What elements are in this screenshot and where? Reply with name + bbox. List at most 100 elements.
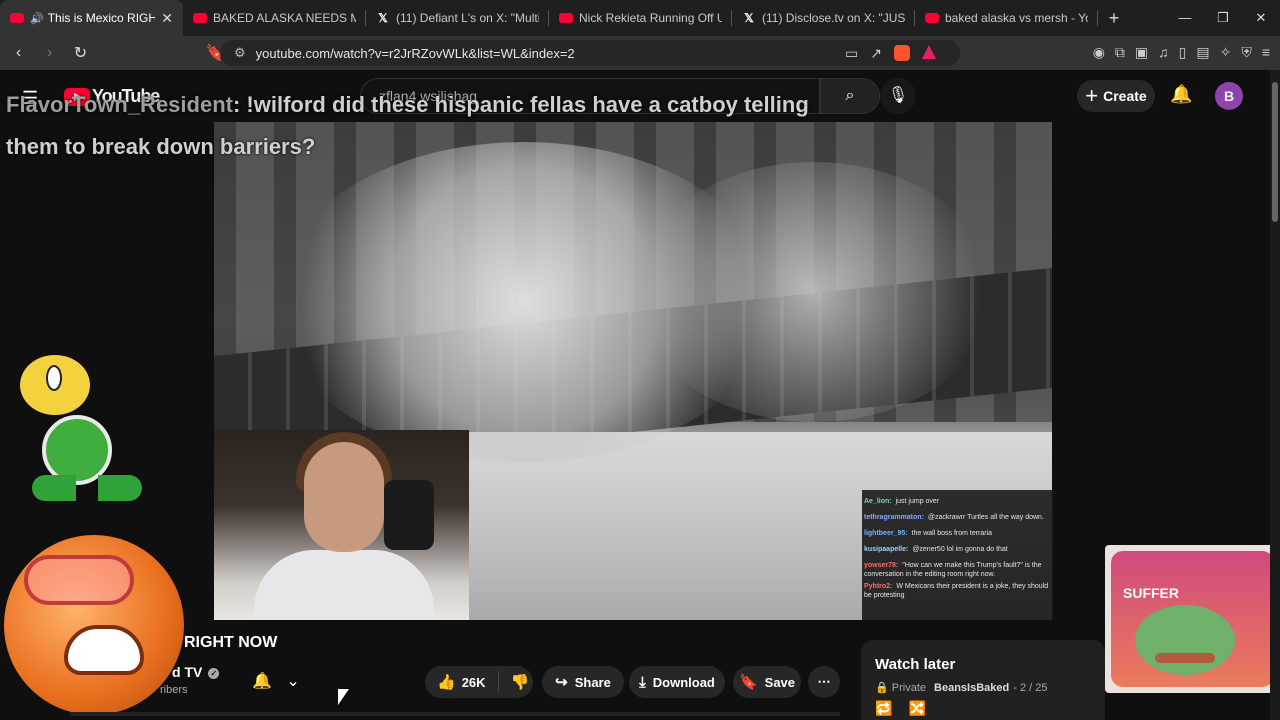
like-count: 26K xyxy=(461,674,486,690)
speaker-icon[interactable]: 🔊 xyxy=(30,12,44,25)
tab-nick-rekieta[interactable]: Nick Rekieta Running Off Uncivi xyxy=(549,0,732,36)
menu-icon[interactable]: ≡ xyxy=(1262,44,1270,61)
koopa-eye xyxy=(46,365,62,391)
bell-icon: 🔔 xyxy=(252,673,273,690)
media-icon[interactable]: ♫ xyxy=(1158,44,1169,61)
like-button[interactable]: 👍 26K xyxy=(425,671,499,693)
playlist-meta: 🔒 Private BeansIsBaked - 2 / 25 xyxy=(875,681,1091,695)
create-label: Create xyxy=(1103,88,1147,104)
mic-icon: 🎙 xyxy=(887,87,909,104)
download-button[interactable]: ⤓ Download xyxy=(629,666,725,698)
youtube-icon xyxy=(559,13,573,23)
screenshot-icon[interactable]: ▣ xyxy=(1135,44,1148,61)
koopa-head xyxy=(20,355,90,415)
close-window-button[interactable]: ✕ xyxy=(1242,0,1280,36)
wallet-icon[interactable]: ▤ xyxy=(1196,44,1209,61)
page-scrollbar[interactable] xyxy=(1270,70,1280,720)
notifications-bell-icon[interactable]: 🔔 xyxy=(1170,84,1192,105)
playlist-title[interactable]: Watch later xyxy=(875,656,1091,673)
x-icon: 𝕏 xyxy=(378,11,388,25)
tab-title: Nick Rekieta Running Off Uncivi xyxy=(579,11,722,25)
playlist-position: - 2 / 25 xyxy=(1013,681,1048,694)
forward-icon[interactable]: › xyxy=(37,44,62,62)
new-tab-button[interactable]: + xyxy=(1098,8,1130,29)
url-action-icons: ▭ ↗ xyxy=(845,45,936,62)
chat-message: Ae_lion: just jump over xyxy=(864,498,940,505)
close-tab-icon[interactable]: ✕ xyxy=(161,10,173,27)
tab-disclose-tv[interactable]: 𝕏 (11) Disclose.tv on X: "JUST IN - xyxy=(732,0,915,36)
dislike-button[interactable]: 👎 xyxy=(499,673,542,691)
tab-mexico-right-now[interactable]: 🔊 This is Mexico RIGHT NOW ✕ xyxy=(0,0,183,36)
watch-later-playlist-panel: Watch later 🔒 Private BeansIsBaked - 2 /… xyxy=(861,640,1105,720)
like-dislike-group: 👍 26K 👎 xyxy=(425,666,533,698)
x-icon: 𝕏 xyxy=(744,11,754,25)
brave-rewards-icon[interactable] xyxy=(921,45,936,59)
scrollbar-thumb[interactable] xyxy=(1272,82,1278,222)
emote-mouth xyxy=(64,625,144,675)
window-controls: — ❐ ✕ xyxy=(1166,0,1280,36)
more-horizontal-icon: ⋯ xyxy=(817,674,831,689)
back-icon[interactable]: ‹ xyxy=(6,44,31,62)
tab-title: BAKED ALASKA NEEDS MILK! #y xyxy=(213,11,356,25)
chat-message: lightbeer_95: the wall boss from terrari… xyxy=(864,530,993,537)
extensions-puzzle-icon[interactable]: ⧉ xyxy=(1115,44,1125,61)
playlist-controls: 🔁 🔀 xyxy=(875,700,1091,717)
tab-title: This is Mexico RIGHT NOW xyxy=(47,11,156,25)
pepe-caption: SUFFER xyxy=(1123,585,1179,601)
playlist-owner[interactable]: BeansIsBaked xyxy=(934,682,1009,694)
site-settings-icon[interactable]: ⚙ xyxy=(234,45,246,61)
extension-icons: ◉ ⧉ ▣ ♫ ▯ ▤ ✧ ⛨ ≡ xyxy=(1093,44,1270,61)
koopa-troopa-sticker xyxy=(12,355,152,510)
save-button[interactable]: 🔖 Save xyxy=(733,666,801,698)
cast-icon[interactable]: ▭ xyxy=(845,45,858,62)
emote-glasses xyxy=(24,555,134,605)
loop-icon[interactable]: 🔁 xyxy=(875,700,892,717)
koopa-feet xyxy=(32,475,142,501)
channel-name[interactable]: d TV ✓ xyxy=(172,664,220,680)
pepe-mouth xyxy=(1155,653,1215,663)
thumbs-up-icon: 👍 xyxy=(437,674,456,691)
browser-tab-bar: 🔊 This is Mexico RIGHT NOW ✕ BAKED ALASK… xyxy=(0,0,1280,36)
subscribed-notifications-button[interactable]: 🔔 ⌄ xyxy=(245,666,307,696)
minimize-button[interactable]: — xyxy=(1166,0,1204,36)
tab-title: (11) Disclose.tv on X: "JUST IN - xyxy=(762,11,905,25)
youtube-icon xyxy=(925,13,939,23)
video-title: RIGHT NOW xyxy=(184,634,278,651)
chat-message: tethragrammaton: @zackrawrr Turtles all … xyxy=(864,514,1044,521)
brave-shields-icon[interactable] xyxy=(893,45,910,61)
tab-defiant-ls[interactable]: 𝕏 (11) Defiant L's on X: "Multiple r xyxy=(366,0,549,36)
chat-message: kusipaapelle: @zener50 lol im gonna do t… xyxy=(864,546,1008,553)
download-icon: ⤓ xyxy=(639,673,646,691)
share-button[interactable]: ↪ Share xyxy=(542,666,624,698)
stream-highlight-message: FlavorTown_Resident: !wilford did these … xyxy=(6,84,866,168)
voice-search-button[interactable]: 🎙 xyxy=(880,78,916,114)
smoke-cloud xyxy=(634,162,994,422)
tab-baked-alaska-vs-mersh[interactable]: baked alaska vs mersh - YouTub xyxy=(915,0,1098,36)
share-page-icon[interactable]: ↗ xyxy=(870,45,882,62)
vpn-icon[interactable]: ⛨ xyxy=(1241,44,1252,61)
save-label: Save xyxy=(764,674,796,690)
extension-globe-icon[interactable]: ◉ xyxy=(1093,44,1105,61)
webcam-microphone xyxy=(384,480,434,550)
restore-button[interactable]: ❐ xyxy=(1204,0,1242,36)
tab-title: (11) Defiant L's on X: "Multiple r xyxy=(396,11,539,25)
tab-title: baked alaska vs mersh - YouTub xyxy=(945,11,1088,25)
tab-baked-alaska-milk[interactable]: BAKED ALASKA NEEDS MILK! #y xyxy=(183,0,366,36)
stream-chat-overlay: Ae_lion: just jump over tethragrammaton:… xyxy=(862,490,1054,620)
webcam-shirt xyxy=(254,550,434,620)
share-icon: ↪ xyxy=(555,674,568,691)
mouse-cursor-icon xyxy=(338,689,349,705)
webcam-face xyxy=(304,442,384,552)
shuffle-icon[interactable]: 🔀 xyxy=(908,700,925,717)
leo-ai-icon[interactable]: ✧ xyxy=(1220,44,1232,61)
share-label: Share xyxy=(574,674,611,690)
reload-icon[interactable]: ↻ xyxy=(68,43,93,63)
private-label: 🔒 Private xyxy=(875,682,927,694)
create-button[interactable]: + Create xyxy=(1077,80,1155,112)
sidebar-icon[interactable]: ▯ xyxy=(1179,44,1187,61)
more-actions-button[interactable]: ⋯ xyxy=(808,666,840,698)
chat-message: Pyhtro2: W Mexicans their president is a… xyxy=(864,583,1049,599)
download-label: Download xyxy=(652,674,715,690)
verified-icon: ✓ xyxy=(208,667,220,679)
account-avatar[interactable]: B xyxy=(1215,82,1243,110)
